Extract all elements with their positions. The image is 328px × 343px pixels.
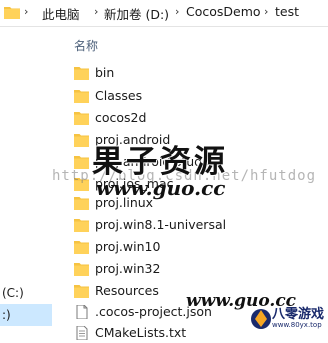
chevron-right-icon[interactable]: › — [175, 5, 179, 18]
breadcrumb-test[interactable]: test — [275, 4, 299, 19]
file-name: cocos2d — [95, 110, 147, 125]
list-item[interactable]: bin — [72, 64, 322, 83]
text-file-icon — [76, 326, 88, 340]
file-name: proj.win10 — [95, 239, 161, 254]
folder-icon — [74, 156, 89, 169]
chevron-right-icon[interactable]: › — [94, 5, 98, 18]
file-icon — [76, 305, 88, 319]
chevron-right-icon: › — [24, 5, 29, 18]
list-item[interactable]: proj.win8.1-universal — [72, 216, 322, 235]
folder-icon — [74, 134, 89, 147]
nav-item-label: (C:) — [2, 286, 24, 300]
folder-icon — [74, 285, 89, 298]
folder-icon — [74, 112, 89, 125]
address-bar[interactable]: › 此电脑 › 新加卷 (D:) › CocosDemo › test — [0, 0, 328, 27]
list-item[interactable]: Classes — [72, 87, 322, 106]
file-name: proj.win8.1-universal — [95, 217, 227, 232]
nav-item-drive-d[interactable]: :) — [0, 304, 52, 326]
nav-item-drive-c[interactable]: (C:) — [0, 282, 52, 304]
breadcrumb-drive[interactable]: 新加卷 (D:) — [104, 4, 169, 23]
file-name: Resources — [95, 283, 159, 298]
folder-icon — [4, 7, 20, 19]
folder-icon — [74, 67, 89, 80]
list-item[interactable]: proj.win10 — [72, 238, 322, 257]
column-header-name[interactable]: 名称 — [74, 37, 98, 54]
breadcrumb-cocosdemo[interactable]: CocosDemo — [186, 4, 261, 19]
site-watermark: 果子资源 — [92, 144, 228, 180]
navigation-pane: (C:) :) — [0, 27, 56, 337]
list-item[interactable]: cocos2d — [72, 109, 322, 128]
chevron-right-icon[interactable]: › — [264, 5, 268, 18]
file-name: CMakeLists.txt — [95, 325, 187, 340]
nav-item-label: :) — [2, 308, 11, 322]
folder-icon — [74, 219, 89, 232]
folder-icon — [74, 197, 89, 210]
site-url-watermark: www.guo.cc — [96, 176, 226, 200]
logo-text: 八零游戏 — [272, 307, 325, 322]
folder-icon — [74, 263, 89, 276]
list-item[interactable]: proj.win32 — [72, 260, 322, 279]
file-name: proj.win32 — [95, 261, 161, 276]
file-name: bin — [95, 65, 115, 80]
logo-subtext: www.80yx.top — [272, 321, 322, 329]
file-name: Classes — [95, 88, 143, 103]
folder-icon — [74, 241, 89, 254]
folder-icon — [74, 90, 89, 103]
breadcrumb-this-pc[interactable]: 此电脑 — [42, 4, 80, 23]
